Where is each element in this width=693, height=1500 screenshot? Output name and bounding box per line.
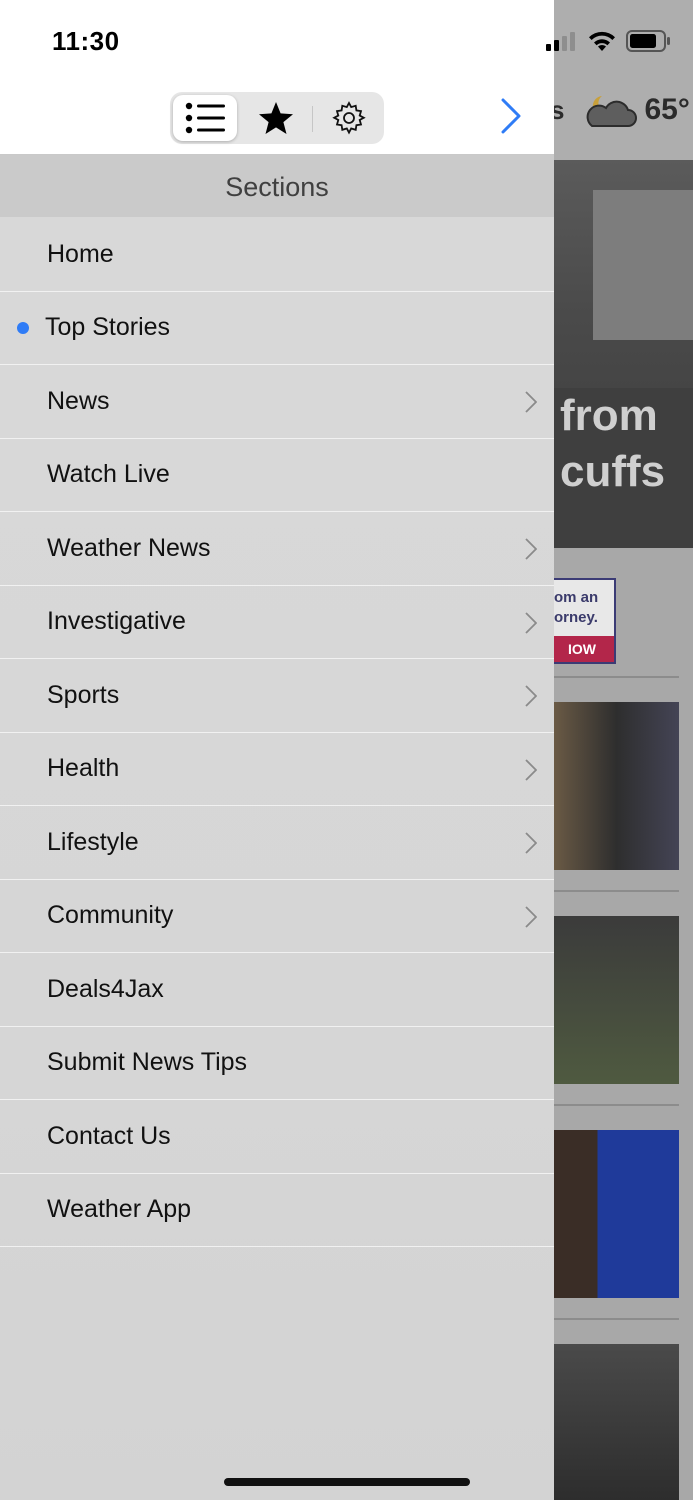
weather-temperature: 65° — [644, 93, 690, 126]
section-item-weather-app[interactable]: Weather App — [0, 1174, 554, 1247]
section-item-label: Home — [47, 239, 114, 268]
section-item-label: Submit News Tips — [47, 1048, 248, 1077]
story-thumbnail[interactable] — [554, 702, 679, 870]
weather-widget[interactable]: s 65° — [554, 92, 690, 128]
battery-icon — [626, 30, 670, 52]
settings-tab-button[interactable] — [317, 95, 381, 141]
star-icon — [259, 102, 293, 134]
ad-line-2: orney. — [554, 609, 598, 626]
sections-tab-button[interactable] — [173, 95, 237, 141]
gear-icon — [332, 101, 366, 135]
divider — [554, 676, 679, 678]
section-item-home[interactable]: Home — [0, 218, 554, 292]
section-item-label: Health — [47, 754, 120, 783]
section-item-label: Lifestyle — [47, 827, 139, 856]
home-indicator[interactable] — [224, 1478, 470, 1486]
hero-background-panel — [593, 190, 693, 340]
sections-list: Home Top Stories News Watch Live Weather… — [0, 218, 554, 1247]
screen: s 65° from cuffs om an orney. IOW 11:30 … — [0, 0, 693, 1500]
chevron-right-icon — [525, 832, 537, 854]
segment-divider — [312, 106, 313, 132]
section-item-contact-us[interactable]: Contact Us — [0, 1100, 554, 1174]
divider — [554, 1104, 679, 1106]
section-item-label: Investigative — [47, 607, 186, 636]
section-item-label: Contact Us — [47, 1121, 171, 1150]
section-item-deals4jax[interactable]: Deals4Jax — [0, 953, 554, 1027]
background-app[interactable]: s 65° from cuffs om an orney. IOW — [554, 0, 693, 1500]
divider — [554, 1318, 679, 1320]
sections-title: Sections — [0, 155, 554, 217]
ad-line-1: om an — [554, 589, 599, 606]
section-item-label: Sports — [47, 680, 120, 709]
status-bar: 11:30 — [0, 0, 554, 84]
section-item-label: Weather News — [47, 533, 211, 562]
chevron-right-icon — [525, 538, 537, 560]
section-item-weather-news[interactable]: Weather News — [0, 512, 554, 586]
story-thumbnail[interactable] — [554, 916, 679, 1084]
hero-headline-line-1: from — [560, 391, 658, 440]
section-item-label: Top Stories — [45, 313, 171, 342]
hero-headline-line-2: cuffs — [560, 447, 666, 496]
status-time: 11:30 — [52, 26, 120, 56]
advertisement[interactable]: om an orney. IOW — [554, 578, 616, 664]
hero-story-image[interactable]: from cuffs — [554, 160, 693, 548]
story-thumbnail[interactable] — [554, 1130, 679, 1298]
close-drawer-chevron-right-icon[interactable] — [498, 96, 524, 136]
section-item-top-stories[interactable]: Top Stories — [0, 292, 554, 365]
cellular-signal-icon — [546, 32, 575, 51]
divider — [554, 890, 679, 892]
section-item-sports[interactable]: Sports — [0, 659, 554, 733]
section-item-label: Deals4Jax — [47, 974, 164, 1003]
drawer-toolbar — [0, 84, 554, 155]
ad-text: om an orney. — [554, 580, 614, 628]
chevron-right-icon — [525, 905, 537, 928]
story-thumbnail[interactable] — [554, 1344, 679, 1500]
favorites-tab-button[interactable] — [244, 95, 308, 141]
partly-cloudy-night-icon — [587, 96, 638, 127]
hero-headline: from cuffs — [554, 388, 693, 500]
section-item-investigative[interactable]: Investigative — [0, 586, 554, 659]
section-item-label: Weather App — [47, 1195, 192, 1224]
chevron-right-icon — [525, 685, 537, 707]
section-item-lifestyle[interactable]: Lifestyle — [0, 806, 554, 880]
section-item-submit-news-tips[interactable]: Submit News Tips — [0, 1027, 554, 1100]
chevron-right-icon — [525, 758, 537, 781]
section-item-label: Watch Live — [47, 460, 170, 489]
weather-prefix: s — [554, 94, 565, 125]
list-icon — [185, 102, 225, 134]
section-item-community[interactable]: Community — [0, 880, 554, 953]
segmented-control — [170, 92, 384, 144]
background-app-header — [554, 0, 693, 160]
section-item-label: Community — [47, 901, 174, 930]
wifi-icon — [589, 31, 615, 51]
chevron-right-icon — [525, 391, 537, 413]
section-item-health[interactable]: Health — [0, 733, 554, 806]
current-section-indicator — [17, 321, 29, 334]
sections-drawer: 11:30 Sections Home Top Stories News Wat… — [0, 0, 554, 1500]
section-item-news[interactable]: News — [0, 365, 554, 439]
status-icons — [546, 30, 672, 52]
section-item-label: News — [47, 386, 110, 415]
section-item-watch-live[interactable]: Watch Live — [0, 439, 554, 512]
ad-button[interactable]: IOW — [554, 636, 614, 662]
chevron-right-icon — [525, 611, 537, 634]
